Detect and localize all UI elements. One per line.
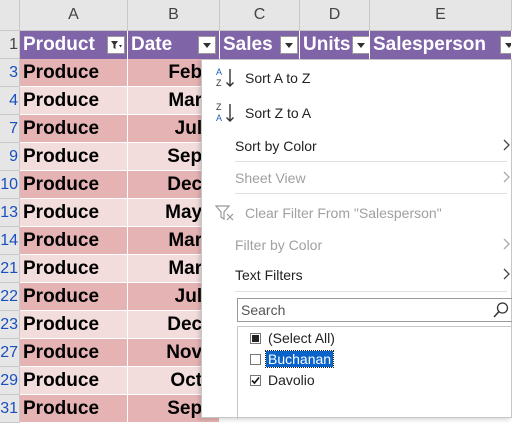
column-header-b[interactable]: B <box>128 0 220 31</box>
cell-product[interactable]: Produce <box>20 339 128 367</box>
sort-a-to-z-item[interactable]: A Z Sort A to Z <box>202 63 512 93</box>
text-filters-label: Text Filters <box>235 267 303 283</box>
sort-by-color-item[interactable]: Sort by Color <box>202 131 512 161</box>
row-header[interactable]: 10 <box>0 171 20 199</box>
filter-active-icon <box>111 41 122 49</box>
value-list: (Select All) Buchanan Davolio <box>237 326 512 419</box>
header-cell-product[interactable]: Product <box>20 31 128 59</box>
cell-product[interactable]: Produce <box>20 395 128 423</box>
row-header[interactable]: 14 <box>0 227 20 255</box>
clear-filter-label: Clear Filter From "Salesperson" <box>245 205 442 221</box>
cell-product[interactable]: Produce <box>20 115 128 143</box>
filter-button-units[interactable] <box>352 36 369 54</box>
header-cell-units[interactable]: Units <box>300 31 370 59</box>
cell-product[interactable]: Produce <box>20 199 128 227</box>
sort-z-to-a-item[interactable]: Z A Sort Z to A <box>202 98 512 128</box>
header-label-date: Date <box>131 34 173 55</box>
header-label-units: Units <box>303 34 351 55</box>
cell-product[interactable]: Produce <box>20 283 128 311</box>
row-header[interactable]: 29 <box>0 367 20 395</box>
sort-z-to-a-label: Sort Z to A <box>245 105 312 121</box>
row-header[interactable]: 9 <box>0 143 20 171</box>
filter-button-sales[interactable] <box>280 36 298 54</box>
dropdown-arrow-icon <box>285 42 293 48</box>
svg-text:A: A <box>216 67 222 77</box>
sheet-view-label: Sheet View <box>235 170 306 186</box>
sort-by-color-label: Sort by Color <box>235 138 317 154</box>
clear-filter-icon <box>215 205 234 221</box>
dropdown-arrow-icon <box>203 42 211 48</box>
header-cell-date[interactable]: Date <box>128 31 220 59</box>
filter-by-color-label: Filter by Color <box>235 237 323 253</box>
clear-filter-item[interactable]: Clear Filter From "Salesperson" <box>202 198 512 228</box>
list-item-label: Buchanan <box>264 350 335 368</box>
filter-button-product[interactable] <box>107 36 125 54</box>
sort-ascending-icon: A Z <box>216 67 234 88</box>
row-header[interactable]: 21 <box>0 255 20 283</box>
svg-text:A: A <box>216 113 222 123</box>
sort-a-to-z-label: Sort A to Z <box>245 70 311 86</box>
sort-descending-icon: Z A <box>216 102 234 123</box>
list-item-davolio[interactable]: Davolio <box>250 370 317 390</box>
filter-menu: A Z Sort A to Z Z A Sort Z to A Sort by … <box>201 59 512 419</box>
column-header-d[interactable]: D <box>300 0 370 31</box>
cell-product[interactable]: Produce <box>20 87 128 115</box>
partial-checkbox[interactable] <box>250 332 261 344</box>
column-header-c[interactable]: C <box>220 0 300 31</box>
menu-separator <box>235 193 507 194</box>
filter-by-color-item[interactable]: Filter by Color <box>202 230 512 260</box>
submenu-arrow-icon <box>503 268 510 280</box>
cell-product[interactable]: Produce <box>20 171 128 199</box>
column-header-a[interactable]: A <box>20 0 128 31</box>
search-icon <box>493 302 509 318</box>
svg-text:Z: Z <box>216 102 222 112</box>
unchecked-checkbox[interactable] <box>250 353 261 365</box>
header-label-salesperson: Salesperson <box>373 34 486 55</box>
header-cell-sales[interactable]: Sales <box>220 31 300 59</box>
checked-checkbox[interactable] <box>250 374 261 386</box>
submenu-arrow-icon <box>503 139 510 151</box>
list-item-label: (Select All) <box>268 330 335 346</box>
row-header[interactable]: 4 <box>0 87 20 115</box>
cell-product[interactable]: Produce <box>20 311 128 339</box>
row-header[interactable]: 7 <box>0 115 20 143</box>
cell-product[interactable]: Produce <box>20 59 128 87</box>
column-header-e[interactable]: E <box>370 0 512 31</box>
cell-product[interactable]: Produce <box>20 143 128 171</box>
dropdown-arrow-icon <box>357 42 365 48</box>
spreadsheet: A B C D E 1 3 4 7 9 10 13 14 21 22 23 27… <box>0 0 512 423</box>
select-all-corner[interactable] <box>0 0 20 31</box>
row-header[interactable]: 23 <box>0 311 20 339</box>
sheet-view-item[interactable]: Sheet View <box>202 163 512 193</box>
header-cell-salesperson[interactable]: Salesperson <box>370 31 512 59</box>
header-label-product: Product <box>23 34 95 55</box>
search-input[interactable]: Search <box>237 298 512 322</box>
filter-button-date[interactable] <box>198 36 216 54</box>
menu-separator <box>235 161 507 162</box>
row-header[interactable]: 27 <box>0 339 20 367</box>
submenu-arrow-icon <box>503 238 510 250</box>
search-placeholder: Search <box>241 302 286 318</box>
list-item-label: Davolio <box>268 372 315 388</box>
svg-text:Z: Z <box>216 78 222 88</box>
header-label-sales: Sales <box>223 34 273 55</box>
list-item-buchanan[interactable]: Buchanan <box>250 349 335 369</box>
cell-product[interactable]: Produce <box>20 367 128 395</box>
row-header[interactable]: 22 <box>0 283 20 311</box>
row-header[interactable]: 1 <box>0 31 20 59</box>
submenu-arrow-icon <box>503 171 510 183</box>
row-header[interactable]: 3 <box>0 59 20 87</box>
row-header[interactable]: 31 <box>0 395 20 423</box>
list-item-select-all[interactable]: (Select All) <box>250 328 337 348</box>
dropdown-arrow-icon <box>505 42 511 48</box>
filter-button-salesperson[interactable] <box>500 36 511 54</box>
row-header[interactable]: 13 <box>0 199 20 227</box>
cell-product[interactable]: Produce <box>20 255 128 283</box>
checkmark-icon <box>251 376 260 384</box>
text-filters-item[interactable]: Text Filters <box>202 260 512 290</box>
cell-product[interactable]: Produce <box>20 227 128 255</box>
menu-separator <box>235 291 507 292</box>
